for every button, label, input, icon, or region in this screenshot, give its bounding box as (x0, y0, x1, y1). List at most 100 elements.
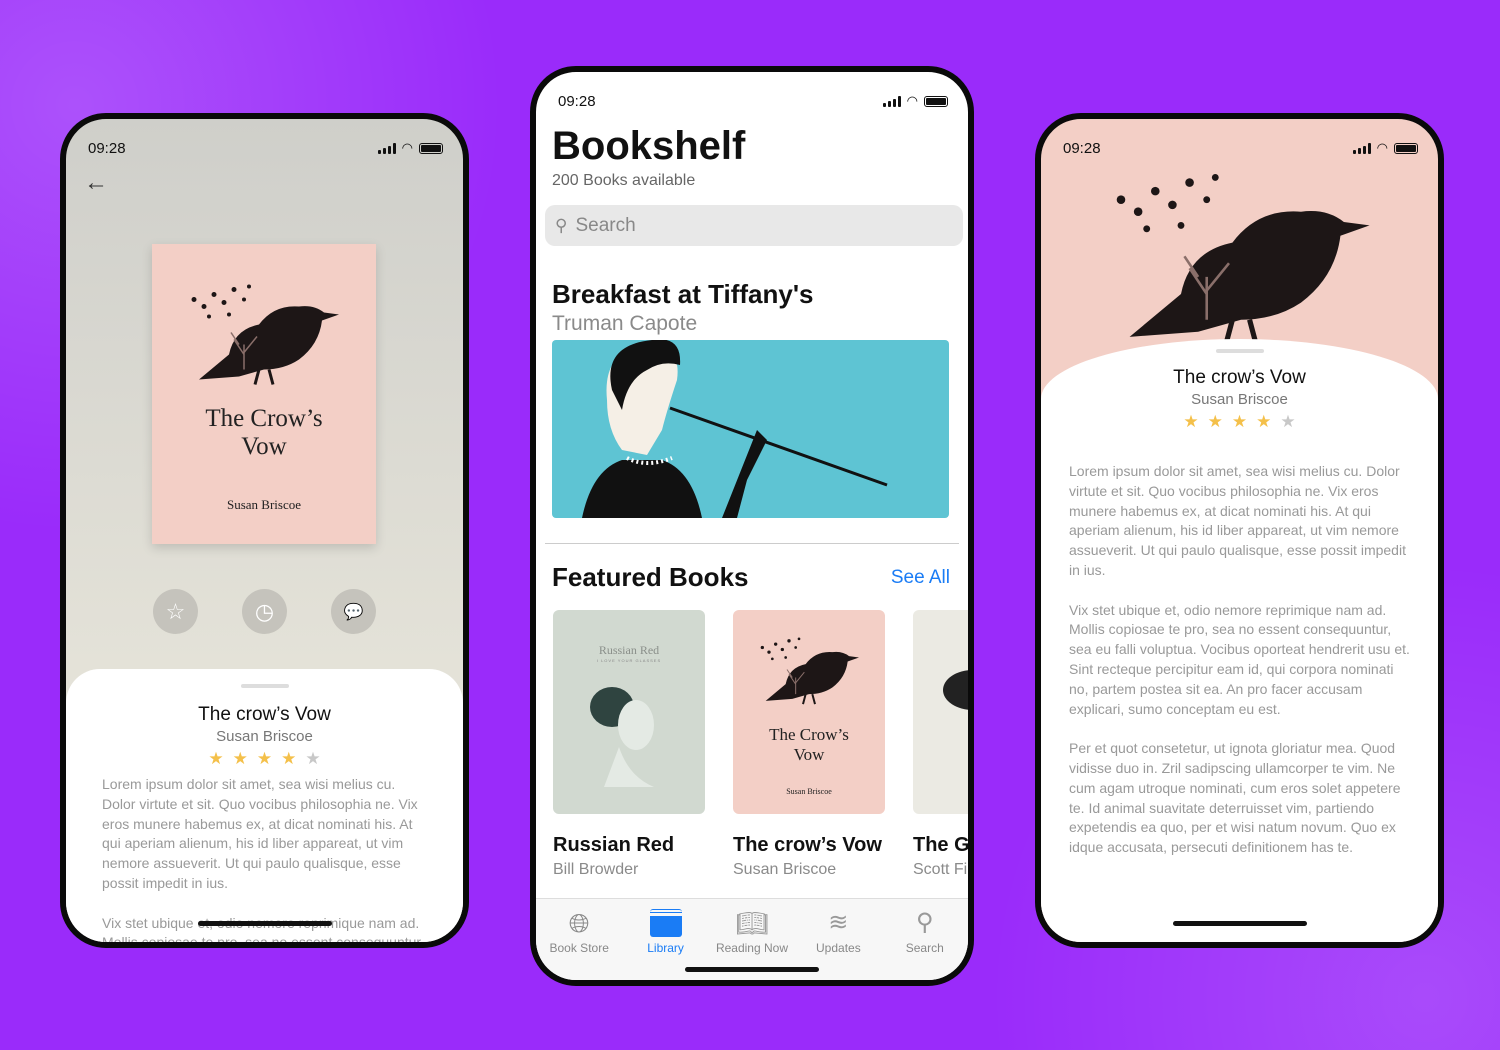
book-detail-sheet: The crow’s Vow Susan Briscoe ★ ★ ★ ★ ★ Lorem… (66, 669, 463, 942)
crow-illustration (190, 283, 341, 386)
left-phone: 09:28 ◠ ← The Crow’s Vow Susan Briscoe ☆… (60, 113, 469, 948)
tab-search[interactable]: ⚲ Search (882, 909, 967, 980)
search-input[interactable]: Search (575, 215, 635, 237)
cover-title: Russian Red (598, 643, 660, 657)
star-icon: ★ (208, 749, 224, 768)
cover-illustration (943, 670, 968, 710)
status-bar: 09:28 ◠ (1041, 119, 1438, 163)
star-icon: ★ (305, 749, 321, 768)
status-bar: 09:28 ◠ (536, 72, 968, 116)
book-cover (913, 610, 968, 814)
favorite-button[interactable]: ☆ (153, 589, 198, 634)
globe-icon: 🌐︎ (568, 908, 590, 938)
comment-button[interactable]: 💬 (331, 589, 376, 634)
tab-label: Book Store (549, 941, 609, 955)
tab-label: Reading Now (715, 941, 788, 955)
star-icon: ★ (1231, 412, 1248, 431)
crow-illustration (759, 636, 860, 706)
battery-icon (924, 95, 948, 107)
hero-illustration (582, 340, 888, 518)
signal-icon (377, 142, 396, 154)
home-indicator (1172, 921, 1307, 926)
book-title: The crow’s Vow (1173, 367, 1306, 388)
paragraph: Lorem ipsum dolor sit amet, sea wisi mel… (102, 776, 418, 891)
cover-author: Susan Briscoe (226, 497, 302, 512)
book-detail-sheet: The crow’s Vow Susan Briscoe ★ ★ ★ ★ ★ Lorem… (1041, 339, 1438, 942)
sheet-grabber[interactable] (240, 684, 289, 688)
wifi-icon: ◠ (401, 140, 413, 155)
paragraph: Vix stet ubique et, odio nemore reprimiq… (1069, 601, 1410, 717)
right-phone: 09:28 ◠ The crow’s Vow Susan Briscoe ★ ★ ★… (1035, 113, 1444, 948)
timer-button[interactable]: ◷ (242, 589, 287, 634)
featured-heading: Featured Books (552, 562, 749, 592)
star-icon: ★ (256, 749, 273, 768)
layers-icon: ≋ (828, 909, 849, 936)
star-icon: ★ (232, 749, 248, 768)
signal-icon (882, 95, 901, 107)
book-title: The crow’s Vow (733, 834, 882, 856)
battery-icon (1394, 142, 1418, 154)
page-subtitle: 200 Books available (552, 172, 696, 189)
star-icon: ★ (281, 749, 297, 768)
back-arrow-icon[interactable]: ← (84, 169, 108, 197)
sheet-grabber[interactable] (1215, 349, 1264, 353)
book-title: The crow’s Vow (198, 704, 331, 725)
search-icon: ⚲ (555, 215, 568, 235)
crow-illustration (1111, 174, 1371, 354)
status-time: 09:28 (1063, 139, 1101, 157)
center-phone: 09:28 ◠ Bookshelf 200 Books available ⚲ … (530, 66, 974, 986)
tab-label: Library (647, 941, 684, 955)
woman-profile-illustration (590, 687, 654, 787)
search-icon: ⚲ (915, 909, 934, 936)
book-author: Susan Briscoe (216, 728, 313, 745)
star-icon: ★ (1207, 412, 1223, 431)
hero-image[interactable] (552, 340, 949, 518)
book-author: Susan Briscoe (733, 861, 837, 878)
cover-title: Vow (793, 745, 825, 764)
book-cover: Russian Red I LOVE YOUR GLASSES (553, 610, 705, 814)
book-description: Lorem ipsum dolor sit amet, sea wisi mel… (1041, 462, 1438, 858)
cover-title: The Crow’s (769, 725, 849, 744)
book-card[interactable]: Russian Red I LOVE YOUR GLASSES Russian … (553, 610, 705, 879)
book-author: Susan Briscoe (1191, 391, 1288, 408)
rating-stars: ★ ★ ★ ★ ★ (1041, 412, 1438, 432)
star-icon: ★ (1183, 412, 1199, 431)
book-author: Scott Fi (913, 861, 968, 878)
cover-title: Vow (241, 433, 287, 460)
book-open-icon: 📖︎ (735, 908, 769, 938)
cover-author: Susan Briscoe (786, 787, 832, 796)
book-cover: The Crow’s Vow Susan Briscoe (152, 244, 376, 544)
rating-stars: ★ ★ ★ ★ ★ (66, 749, 463, 769)
hero-title[interactable]: Breakfast at Tiffany's (552, 279, 813, 310)
paragraph: Vix stet ubique et, odio nemore reprimiq… (102, 914, 425, 948)
battery-icon (419, 142, 443, 154)
home-indicator (685, 967, 819, 972)
tab-book-store[interactable]: 🌐︎ Book Store (537, 909, 622, 980)
star-icon: ★ (1256, 412, 1272, 431)
book-title: The Gr (913, 834, 974, 856)
see-all-link[interactable]: See All (891, 567, 950, 589)
book-card[interactable]: The Crow’s Vow Susan Briscoe The crow’s … (733, 610, 885, 879)
hero-author: Truman Capote (552, 312, 698, 335)
book-card[interactable]: The Gr Scott Fi (913, 610, 974, 879)
paragraph: Lorem ipsum dolor sit amet, sea wisi mel… (1069, 463, 1406, 578)
tab-label: Updates (816, 941, 861, 955)
book-author: Bill Browder (553, 861, 639, 878)
page-title: Bookshelf (552, 124, 746, 168)
status-bar: 09:28 ◠ (66, 119, 463, 163)
star-icon: ★ (1280, 412, 1296, 431)
home-indicator (197, 921, 332, 926)
book-title: Russian Red (553, 834, 675, 856)
tab-label: Search (905, 941, 944, 955)
wifi-icon: ◠ (1376, 140, 1388, 155)
search-bar[interactable]: ⚲ Search (545, 205, 963, 246)
paragraph: Per et quot consetetur, ut ignota gloria… (1069, 740, 1401, 856)
cover-subtitle: I LOVE YOUR GLASSES (596, 658, 662, 663)
signal-icon (1352, 142, 1371, 154)
divider (545, 543, 959, 544)
book-cover: The Crow’s Vow Susan Briscoe (733, 610, 885, 814)
library-icon (649, 909, 682, 937)
wifi-icon: ◠ (906, 93, 918, 108)
cover-title: The Crow’s (205, 405, 323, 432)
status-time: 09:28 (558, 92, 596, 110)
